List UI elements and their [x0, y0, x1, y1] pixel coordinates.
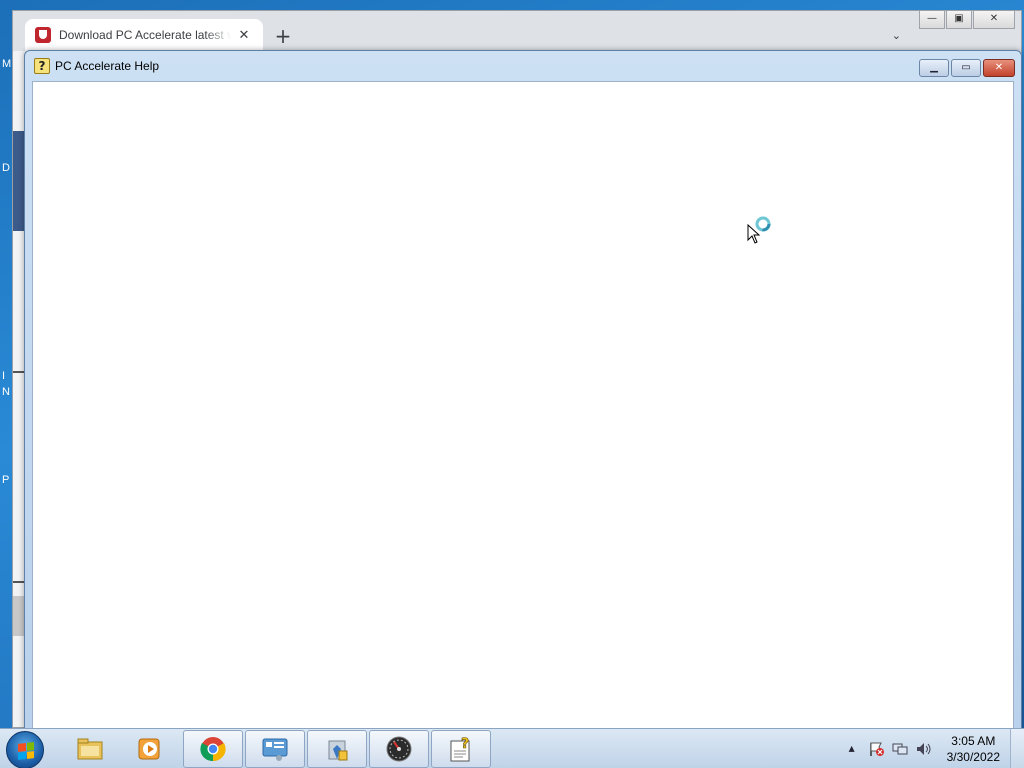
- volume-icon[interactable]: [915, 741, 933, 757]
- windows-start-icon: [18, 742, 34, 760]
- help-content-area[interactable]: [32, 81, 1014, 729]
- browser-window-controls: — ▣ ✕: [918, 11, 1015, 29]
- taskbar: ? ▴ 3:05 AM 3/30/2022: [0, 728, 1024, 768]
- clock-time: 3:05 AM: [951, 734, 996, 748]
- svg-text:?: ?: [461, 736, 469, 752]
- help-window-title: PC Accelerate Help: [55, 59, 160, 73]
- chrome-icon: [200, 737, 226, 762]
- pc-accelerate-favicon-icon: [35, 27, 51, 43]
- speedometer-app-icon: [386, 736, 412, 762]
- browser-close-button[interactable]: ✕: [973, 11, 1015, 29]
- start-button[interactable]: [6, 731, 44, 768]
- network-icon[interactable]: [891, 741, 909, 757]
- browser-maximize-button[interactable]: ▣: [946, 11, 972, 29]
- file-explorer-icon: [77, 738, 103, 760]
- show-hidden-icons-arrow[interactable]: ▴: [843, 741, 861, 757]
- help-close-button[interactable]: ✕: [983, 59, 1015, 77]
- control-panel-icon: [262, 738, 288, 761]
- help-book-icon: ?: [34, 58, 50, 74]
- browser-tab[interactable]: Download PC Accelerate latest version ✕: [25, 19, 263, 51]
- help-maximize-button[interactable]: ▭: [951, 59, 981, 77]
- desktop-icon-label: D: [2, 162, 10, 174]
- taskbar-media-player[interactable]: [120, 730, 180, 768]
- action-center-flag-icon[interactable]: [867, 741, 885, 757]
- desktop-icon-label: P: [2, 474, 10, 486]
- taskbar-speedometer-app[interactable]: [369, 730, 429, 768]
- tab-search-chevron-down-icon[interactable]: ⌄: [892, 29, 901, 42]
- taskbar-chrome[interactable]: [183, 730, 243, 768]
- help-window-controls: ▁ ▭ ✕: [917, 59, 1015, 77]
- desktop-icon-label: I: [2, 370, 6, 382]
- clock-date: 3/30/2022: [946, 750, 1000, 764]
- taskbar-control-panel[interactable]: [245, 730, 305, 768]
- installer-icon: [328, 740, 348, 761]
- help-icon: ?: [450, 736, 470, 762]
- tab-close-icon[interactable]: ✕: [237, 28, 251, 43]
- help-minimize-button[interactable]: ▁: [919, 59, 949, 77]
- tab-title: Download PC Accelerate latest version: [59, 28, 231, 42]
- show-desktop-button[interactable]: [1010, 729, 1024, 768]
- desktop-icon-label: M: [2, 58, 12, 70]
- taskbar-file-explorer[interactable]: [60, 730, 120, 768]
- help-window[interactable]: ? PC Accelerate Help ▁ ▭ ✕: [24, 50, 1022, 730]
- taskbar-help[interactable]: ?: [431, 730, 491, 768]
- busy-cursor-icon: [747, 216, 771, 244]
- system-tray: ▴ 3:05 AM 3/30/2022: [837, 729, 1000, 768]
- desktop-icon-label: N: [2, 386, 10, 398]
- clock[interactable]: 3:05 AM 3/30/2022: [947, 733, 1000, 765]
- media-player-icon: [138, 738, 160, 760]
- taskbar-installer[interactable]: [307, 730, 367, 768]
- new-tab-button[interactable]: +: [271, 25, 295, 49]
- help-titlebar[interactable]: ? PC Accelerate Help: [25, 51, 1021, 81]
- browser-minimize-button[interactable]: —: [919, 11, 945, 29]
